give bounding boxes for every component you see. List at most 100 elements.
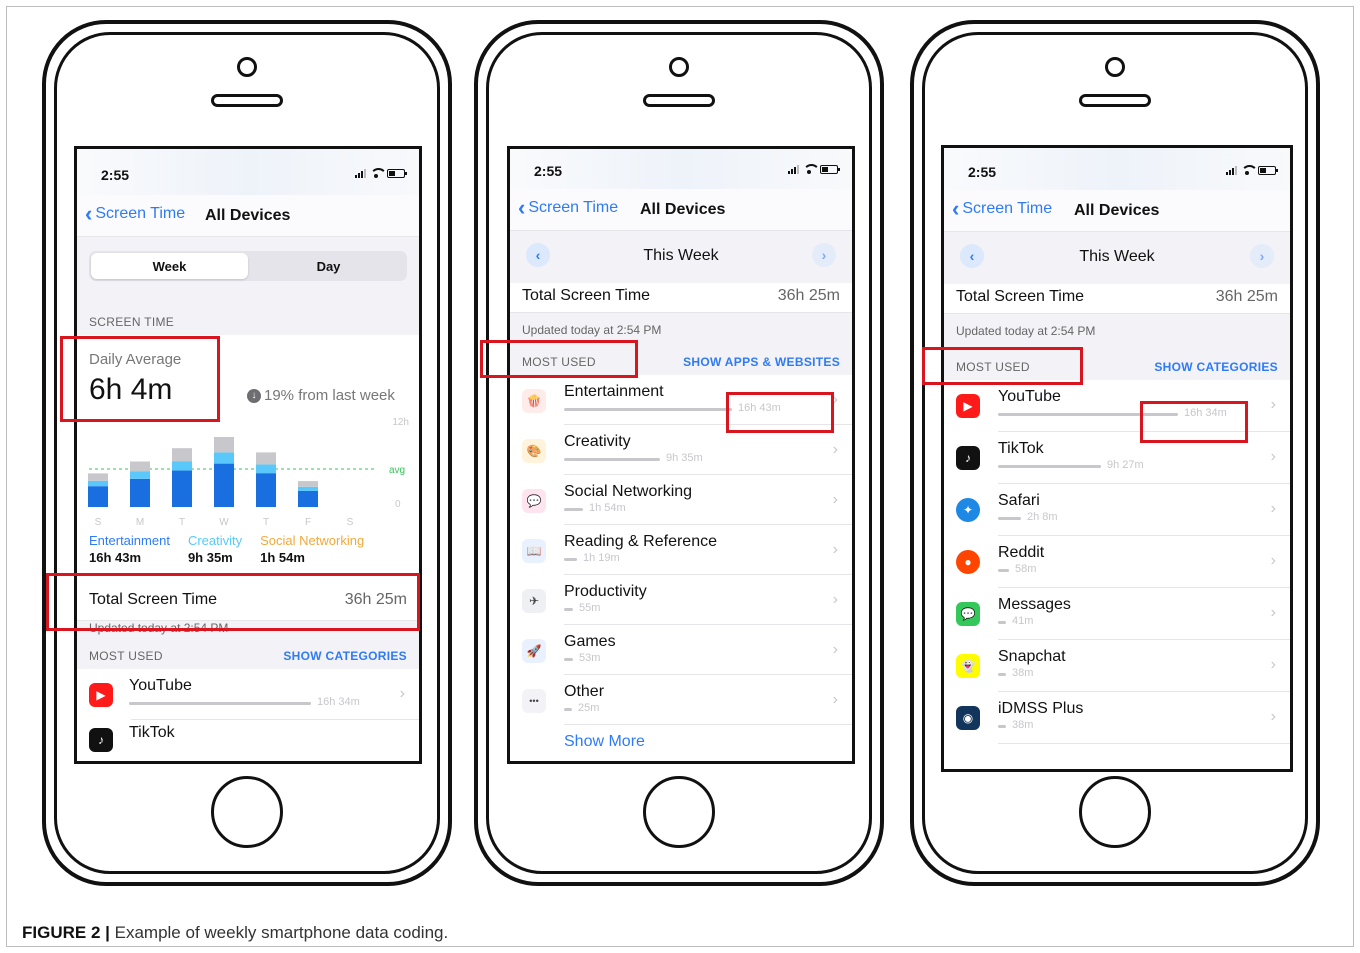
- category-name: Productivity: [564, 583, 647, 600]
- highlight-total-screen-time: [46, 573, 420, 631]
- section-title: SCREEN TIME: [89, 315, 175, 329]
- legend-name: Creativity: [187, 533, 243, 548]
- category-row[interactable]: ✈ Productivity 55m ›: [510, 575, 852, 625]
- segment-day[interactable]: Day: [250, 251, 407, 281]
- speaker: [643, 94, 715, 107]
- updated-note: Updated today at 2:54 PM: [510, 313, 852, 343]
- back-button[interactable]: ‹ Screen Time: [518, 197, 619, 219]
- back-button[interactable]: ‹ Screen Time: [85, 201, 185, 226]
- week-selector: ‹ This Week ›: [944, 232, 1290, 284]
- chevron-right-icon: ›: [832, 441, 838, 458]
- nav-bar: ‹ Screen Time All Devices: [510, 189, 852, 231]
- bar-other: [214, 437, 234, 453]
- week-label: This Week: [643, 247, 719, 264]
- show-categories-link[interactable]: SHOW CATEGORIES: [283, 649, 407, 663]
- back-label: Screen Time: [528, 199, 619, 216]
- clock: 2:55: [968, 164, 997, 180]
- usage-bar: [998, 673, 1006, 676]
- app-usage: 58m: [1015, 563, 1037, 575]
- home-button[interactable]: [643, 776, 715, 848]
- camera: [669, 57, 689, 77]
- palette-icon: 🎨: [522, 439, 546, 463]
- category-row[interactable]: ••• Other 25m ›: [510, 675, 852, 725]
- legend-value: 1h 54m: [260, 550, 305, 565]
- show-apps-websites-link[interactable]: SHOW APPS & WEBSITES: [683, 355, 840, 369]
- app-name: TikTok: [998, 440, 1044, 457]
- app-name: Reddit: [998, 544, 1045, 561]
- app-name: Snapchat: [998, 648, 1066, 665]
- bar-entertainment: [172, 470, 192, 507]
- app-row-tiktok[interactable]: ♪ TikTok: [77, 720, 419, 761]
- back-button[interactable]: ‹ Screen Time: [952, 198, 1052, 220]
- bar-entertainment: [130, 478, 150, 507]
- week-change-text: 19% from last week: [264, 387, 395, 404]
- app-usage: 38m: [1012, 719, 1034, 731]
- app-usage: 9h 27m: [1107, 459, 1144, 471]
- app-name: YouTube: [998, 388, 1061, 405]
- bar-creativity: [130, 471, 150, 479]
- arrow-down-icon: ↓: [247, 388, 261, 403]
- bar-other: [130, 461, 150, 472]
- chevron-right-icon: ›: [1270, 656, 1276, 673]
- legend-name: Social Networking: [260, 533, 365, 548]
- home-button[interactable]: [1079, 776, 1151, 848]
- app-row[interactable]: ◉ iDMSS Plus 38m ›: [944, 692, 1290, 744]
- snapchat-icon: 👻: [956, 654, 980, 678]
- screen: 2:55 ‹ Screen Time All Devices ‹ This We…: [941, 145, 1293, 772]
- category-usage: 9h 35m: [666, 452, 703, 464]
- status-bar: 2:55: [944, 148, 1290, 190]
- total-value: 36h 25m: [1215, 288, 1278, 305]
- day-label: W: [219, 517, 229, 528]
- category-name: Games: [564, 633, 616, 650]
- segment-week[interactable]: Week: [91, 253, 248, 279]
- category-row[interactable]: 📖 Reading & Reference 1h 19m ›: [510, 525, 852, 575]
- week-selector: ‹ This Week ›: [510, 231, 852, 283]
- category-name: Creativity: [564, 433, 631, 450]
- category-usage: 1h 54m: [589, 502, 626, 514]
- show-more-link[interactable]: Show More: [564, 733, 645, 751]
- app-row[interactable]: ✦ Safari 2h 8m ›: [944, 484, 1290, 536]
- usage-bar: [998, 569, 1009, 572]
- app-usage: 38m: [1012, 667, 1034, 679]
- usage-bar: [564, 508, 583, 511]
- status-bar: 2:55: [510, 149, 852, 189]
- bar-entertainment: [256, 473, 276, 507]
- tiktok-icon: ♪: [89, 728, 113, 752]
- chevron-left-icon: ‹: [85, 201, 93, 226]
- day-label: M: [136, 517, 144, 528]
- app-row[interactable]: ● Reddit 58m ›: [944, 536, 1290, 588]
- highlight-entertainment-time: [726, 392, 834, 433]
- app-row-youtube[interactable]: ▶ YouTube 16h 34m ›: [77, 669, 419, 720]
- updated-note: Updated today at 2:54 PM: [944, 314, 1290, 346]
- category-row[interactable]: 🚀 Games 53m ›: [510, 625, 852, 675]
- app-row[interactable]: 👻 Snapchat 38m ›: [944, 640, 1290, 692]
- next-week-button[interactable]: ›: [1250, 244, 1274, 268]
- legend-value: 9h 35m: [187, 550, 233, 565]
- phone-1: 2:55 ‹ Screen Time All Devices Week Day …: [42, 20, 452, 886]
- bar-creativity: [214, 452, 234, 464]
- home-button[interactable]: [211, 776, 283, 848]
- next-week-button[interactable]: ›: [812, 243, 836, 267]
- app-row[interactable]: 💬 Messages 41m ›: [944, 588, 1290, 640]
- camera: [1105, 57, 1125, 77]
- y-axis-zero-label: 0: [395, 499, 401, 510]
- chevron-right-icon: ›: [399, 685, 405, 702]
- bar-other: [88, 473, 108, 481]
- app-usage: 16h 34m: [317, 696, 360, 708]
- show-categories-link[interactable]: SHOW CATEGORIES: [1154, 360, 1278, 374]
- book-icon: 📖: [522, 539, 546, 563]
- nav-bar: ‹ Screen Time All Devices: [944, 190, 1290, 232]
- battery-icon: [387, 169, 407, 178]
- page-title: All Devices: [640, 201, 726, 218]
- wifi-icon: [370, 168, 387, 178]
- youtube-icon: ▶: [956, 394, 980, 418]
- category-row[interactable]: 💬 Social Networking 1h 54m ›: [510, 475, 852, 525]
- messages-icon: 💬: [956, 602, 980, 626]
- most-used-header: MOST USED SHOW CATEGORIES: [77, 637, 419, 669]
- app-name: Messages: [998, 596, 1071, 613]
- clock: 2:55: [534, 163, 563, 179]
- bar-creativity: [298, 486, 318, 491]
- rocket-icon: 🚀: [522, 639, 546, 663]
- app-usage: 2h 8m: [1027, 511, 1058, 523]
- category-name: Reading & Reference: [564, 533, 717, 550]
